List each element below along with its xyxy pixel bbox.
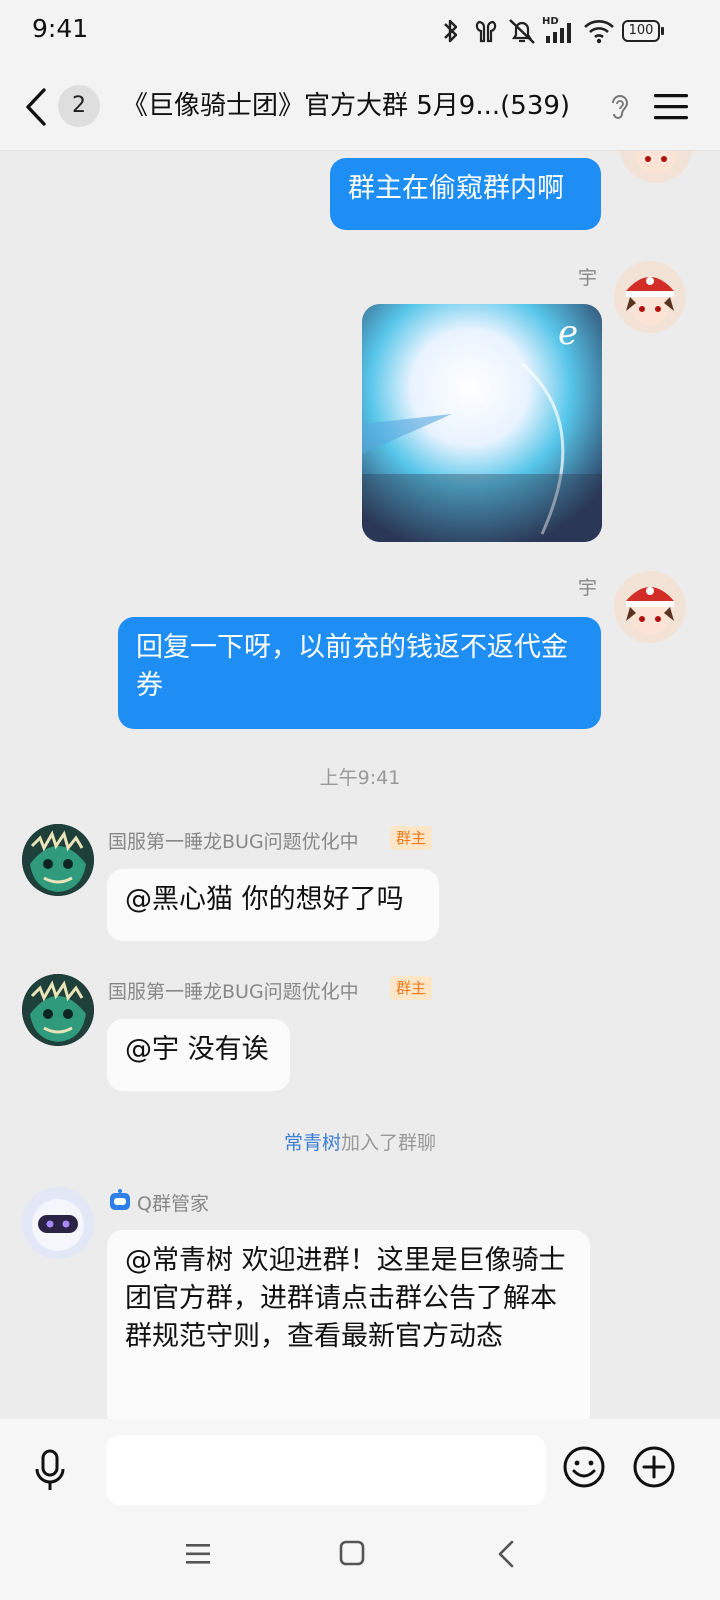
system-message-text: 加入了群聊 xyxy=(341,1132,437,1154)
plus-icon[interactable] xyxy=(632,1445,676,1489)
avatar[interactable] xyxy=(22,824,94,896)
emoji-icon[interactable] xyxy=(562,1445,606,1489)
unread-count-badge[interactable]: 2 xyxy=(58,85,100,127)
nav-home-icon[interactable] xyxy=(338,1539,366,1567)
owner-badge: 群主 xyxy=(390,826,433,850)
avatar[interactable] xyxy=(620,151,692,183)
sender-name: 宇 xyxy=(578,577,598,599)
mute-icon xyxy=(509,19,535,44)
time-separator: 上午9:41 xyxy=(319,767,401,789)
ear-icon[interactable] xyxy=(608,92,630,122)
svg-text:e: e xyxy=(558,313,578,353)
back-icon[interactable] xyxy=(18,84,58,130)
message-image[interactable]: e xyxy=(362,304,602,542)
message-input[interactable] xyxy=(106,1435,546,1505)
avatar[interactable] xyxy=(614,261,686,333)
owner-badge: 群主 xyxy=(390,976,433,1000)
menu-icon[interactable] xyxy=(650,90,692,124)
message-bubble[interactable]: @黑心猫 你的想好了吗 xyxy=(107,869,439,941)
voice-icon[interactable] xyxy=(30,1447,70,1495)
chat-header: 2 《巨像骑士团》官方大群 5月9...(539) xyxy=(0,64,720,151)
message-bubble[interactable]: 群主在偷窥群内啊 xyxy=(330,158,601,230)
joined-member-name[interactable]: 常青树 xyxy=(284,1132,341,1154)
message-bubble[interactable]: 回复一下呀，以前充的钱返不返代金券 xyxy=(118,617,601,729)
message-bubble[interactable]: @宇 没有诶 xyxy=(107,1019,290,1091)
battery-icon: 100 xyxy=(622,20,660,42)
sender-name: 宇 xyxy=(578,267,598,289)
system-message: 常青树加入了群聊 xyxy=(0,1128,720,1155)
chat-title[interactable]: 《巨像骑士团》官方大群 5月9...(539) xyxy=(122,86,570,126)
status-time: 9:41 xyxy=(32,14,89,43)
robot-icon xyxy=(110,1189,130,1210)
battery-tip xyxy=(661,27,664,35)
sender-name: 国服第一睡龙BUG问题优化中 xyxy=(108,831,359,853)
input-bar xyxy=(0,1419,720,1525)
system-nav-bar xyxy=(0,1525,720,1600)
sender-name: 国服第一睡龙BUG问题优化中 xyxy=(108,981,359,1003)
message-list[interactable]: 群主在偷窥群内啊 宇 e 宇 回复一下呀，以前充的钱返不返代金券 上午9:41 … xyxy=(0,151,720,1419)
status-bar: 9:41 HD 100 xyxy=(0,0,720,64)
avatar[interactable] xyxy=(22,974,94,1046)
earbuds-icon xyxy=(475,20,497,43)
nav-menu-icon[interactable] xyxy=(184,1541,212,1567)
nav-back-icon[interactable] xyxy=(494,1539,518,1569)
bluetooth-icon xyxy=(444,19,458,43)
signal-icon xyxy=(546,23,571,43)
avatar[interactable] xyxy=(614,571,686,643)
sender-name: Q群管家 xyxy=(137,1193,209,1215)
message-bubble[interactable]: @常青树 欢迎进群！这里是巨像骑士团官方群，进群请点击群公告了解本群规范守则，查… xyxy=(107,1230,590,1419)
avatar[interactable] xyxy=(22,1187,94,1259)
wifi-icon xyxy=(584,20,614,44)
